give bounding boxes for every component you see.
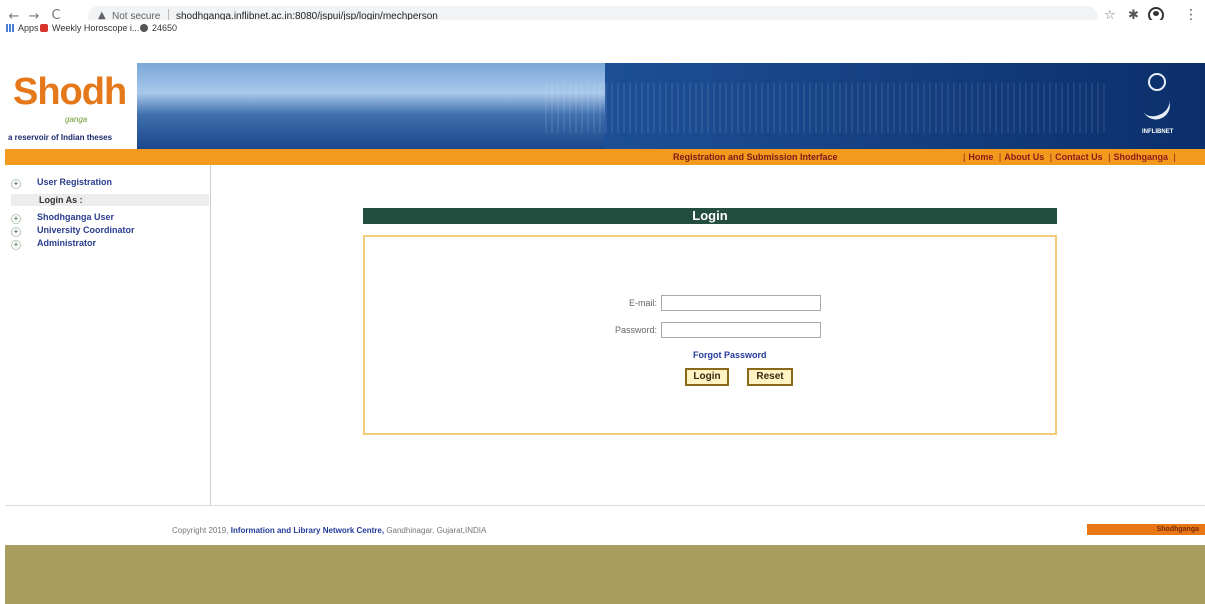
apps-icon — [6, 24, 14, 32]
home-link[interactable]: Home — [968, 152, 993, 162]
sidebar-item-label: Administrator — [37, 238, 97, 248]
forgot-password-link[interactable]: Forgot Password — [693, 350, 767, 360]
sidebar-item-label: Shodhganga User — [37, 212, 115, 222]
globe-icon — [1148, 73, 1166, 91]
top-links: | Home | About Us | Contact Us | Shodhganga … — [963, 152, 1176, 162]
site-header: Shodh ganga a reservoir of Indian theses… — [5, 63, 1205, 149]
expand-icon: + — [11, 179, 21, 189]
inflibnet-link[interactable]: Information and Library Network Centre, — [231, 526, 384, 535]
globe-icon — [140, 24, 148, 32]
copyright-year: Copyright 2019, — [172, 526, 229, 535]
expand-icon: + — [11, 240, 21, 250]
main-content: + User Registration Login As : + Shodhgang… — [5, 165, 1205, 505]
login-form: E-mail: Password: Forgot Password Login … — [363, 235, 1057, 435]
swoosh-icon — [1141, 95, 1175, 125]
sidebar-item-user-registration[interactable]: + User Registration — [11, 177, 112, 189]
bookmark-label: Apps — [18, 23, 39, 33]
page-bottom-band — [5, 545, 1205, 604]
bookmark-24650[interactable]: 24650 — [140, 23, 177, 33]
footer-location: Gandhinagar, Gujarat,INDIA — [386, 526, 487, 535]
logo-tagline: a reservoir of Indian theses — [8, 133, 113, 142]
sidebar-item-label: University Coordinator — [37, 225, 135, 235]
inflibnet-logo: INFLIBNET — [1138, 71, 1178, 141]
sidebar-item-administrator[interactable]: + Administrator — [11, 238, 96, 250]
bookmark-label: 24650 — [152, 23, 178, 33]
bookmark-apps[interactable]: Apps — [6, 23, 39, 33]
nav-bar: Registration and Submission Interface | H… — [5, 149, 1205, 165]
contact-link[interactable]: Contact Us — [1055, 152, 1103, 162]
sidebar-item-university-coordinator[interactable]: + University Coordinator — [11, 225, 135, 237]
reset-button[interactable]: Reset — [747, 368, 793, 386]
header-pattern — [545, 83, 1105, 133]
footer-shodhganga-badge: Shodhganga — [1087, 524, 1205, 535]
login-title: Login — [692, 208, 728, 223]
inflibnet-label: INFLIBNET — [1142, 129, 1174, 135]
password-field[interactable] — [661, 322, 821, 338]
shodhganga-link[interactable]: Shodhganga — [1113, 152, 1168, 162]
email-field[interactable] — [661, 295, 821, 311]
header-banner — [137, 63, 607, 149]
sidebar: + User Registration Login As : + Shodhgang… — [5, 165, 211, 505]
expand-icon: + — [11, 227, 21, 237]
login-as-header: Login As : — [11, 194, 209, 206]
interface-title: Registration and Submission Interface — [673, 152, 838, 162]
bookmarks-bar: Apps Weekly Horoscope i... 24650 — [0, 20, 1205, 38]
shodhganga-logo[interactable]: Shodh ganga a reservoir of Indian theses — [5, 63, 137, 149]
expand-icon: + — [11, 214, 21, 224]
login-as-label: Login As : — [39, 195, 83, 205]
bookmark-label: Weekly Horoscope i... — [52, 23, 140, 33]
about-link[interactable]: About Us — [1004, 152, 1044, 162]
sidebar-item-label: User Registration — [37, 177, 113, 187]
login-header: Login — [363, 208, 1057, 224]
logo-subtext: ganga — [65, 115, 88, 124]
footer: Copyright 2019, Information and Library … — [5, 505, 1205, 545]
logo-text: Shodh — [13, 71, 127, 113]
copyright-text: Copyright 2019, Information and Library … — [172, 526, 486, 535]
sidebar-item-shodhganga-user[interactable]: + Shodhganga User — [11, 212, 114, 224]
bookmark-icon — [40, 24, 48, 32]
login-button[interactable]: Login — [685, 368, 729, 386]
email-label: E-mail: — [628, 298, 657, 308]
bookmark-horoscope[interactable]: Weekly Horoscope i... — [40, 23, 139, 33]
password-label: Password: — [614, 325, 657, 335]
